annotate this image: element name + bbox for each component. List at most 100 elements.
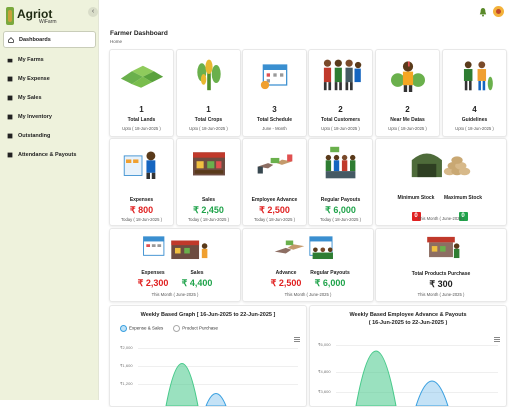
sidebar-item-my-expense[interactable]: My Expense: [3, 71, 96, 86]
weekly-graph-title: Weekly Based Graph [ 16-Jun-2025 to 22-J…: [140, 312, 276, 318]
total-crops-value: 1: [206, 105, 211, 114]
sidebar-item-my-farms[interactable]: My Farms: [3, 52, 96, 67]
legend-expense-sales[interactable]: Expense & Sales: [120, 325, 163, 332]
sales-illustration: [192, 152, 225, 176]
total-customers-value: 2: [338, 105, 343, 114]
customers-illustration: [323, 59, 361, 91]
min-stock-label: Minimum Stock: [397, 195, 435, 201]
total-schedule-value: 3: [272, 105, 277, 114]
sidebar-item-attendance-payouts[interactable]: Attendance & Payouts: [3, 147, 96, 162]
total-lands-value: 1: [139, 105, 144, 114]
sidebar-item-outstanding[interactable]: Outstanding: [3, 128, 96, 143]
expense-icon: [7, 76, 13, 82]
total-lands-sub: Upto ( 18-Jun-2025 ): [122, 126, 161, 131]
total-crops-sub: Upto ( 18-Jun-2025 ): [189, 126, 228, 131]
regular-payouts-today-label: Regular Payouts: [320, 197, 361, 203]
total-customers-label: Total Customers: [320, 117, 361, 123]
monthly-advance-label: Advance: [275, 270, 297, 276]
notification-bell-icon[interactable]: [479, 7, 487, 17]
products-purchase-sub: This Month ( June-2025 ): [417, 292, 465, 297]
lands-illustration: [120, 65, 163, 88]
regular-payouts-today-card[interactable]: Regular Payouts ₹ 6,000 Today ( 18-Jun-2…: [308, 138, 373, 226]
schedule-illustration: [260, 64, 287, 90]
sales-today-card[interactable]: Sales ₹ 2,450 Today ( 18-Jun-2025 ): [176, 138, 241, 226]
near-me-sub: Upto ( 18-Jun-2025 ): [388, 126, 427, 131]
expenses-today-label: Expenses: [129, 197, 154, 203]
guidelines-label: Guidelines: [461, 117, 488, 123]
monthly-expenses-value: ₹ 2,300: [137, 278, 169, 288]
products-purchase-value: ₹ 300: [429, 279, 453, 289]
employee-advance-today-value: ₹ 2,500: [259, 205, 290, 215]
total-customers-card[interactable]: 2 Total Customers Upto ( 18-Jun-2025 ): [308, 49, 373, 137]
expenses-today-value: ₹ 800: [129, 205, 154, 215]
employee-graph-card: Weekly Based Employee Advance & Payouts …: [309, 305, 507, 407]
monthly-sales-illustration: [143, 236, 208, 260]
monthly-sales-sub: This Month ( June-2025 ): [151, 292, 199, 297]
home-icon: [8, 36, 14, 43]
near-me-illustration: [390, 61, 425, 92]
outstanding-icon: [7, 133, 13, 139]
products-purchase-label: Total Products Purchase: [411, 271, 471, 277]
total-customers-sub: Upto ( 18-Jun-2025 ): [321, 126, 360, 131]
products-purchase-card[interactable]: Total Products Purchase ₹ 300 This Month…: [375, 228, 507, 302]
sales-icon: [7, 95, 13, 101]
near-me-datas-card[interactable]: 2 Near Me Datas Upto ( 18-Jun-2025 ): [375, 49, 440, 137]
sales-today-label: Sales: [201, 197, 216, 203]
sidebar-item-label: My Inventory: [18, 113, 52, 120]
warehouse-illustration: [411, 153, 471, 178]
monthly-advance-sub: This Month ( June-2025 ): [284, 292, 332, 297]
monthly-sales-card[interactable]: Expenses ₹ 2,300 Sales ₹ 4,400 This Mont…: [109, 228, 241, 302]
guidelines-value: 4: [472, 105, 477, 114]
sidebar-item-my-sales[interactable]: My Sales: [3, 90, 96, 105]
monthly-sales-value: ₹ 4,400: [181, 278, 213, 288]
monthly-advance-card[interactable]: Advance ₹ 2,500 Regular Payouts ₹ 6,000 …: [242, 228, 374, 302]
max-stock-label: Maximum Stock: [443, 195, 483, 201]
employee-graph-plot: [355, 350, 449, 406]
attendance-icon: [7, 152, 13, 158]
sidebar-item-my-inventory[interactable]: My Inventory: [3, 109, 96, 124]
employee-advance-today-sub: Today ( 18-Jun-2025 ): [254, 217, 295, 222]
collapse-sidebar-button[interactable]: ‹: [88, 7, 98, 17]
stock-card[interactable]: Minimum Stock 0 Maximum Stock 0 This Mon…: [375, 138, 507, 226]
brand-name: Agriot: [17, 6, 53, 21]
advance-illustration: [257, 154, 292, 174]
weekly-graph-legend: Expense & Sales Product Purchase: [120, 325, 218, 332]
regular-payouts-today-sub: Today ( 18-Jun-2025 ): [320, 217, 361, 222]
employee-advance-today-card[interactable]: Employee Advance ₹ 2,500 Today ( 18-Jun-…: [242, 138, 307, 226]
sidebar-nav: Dashboards My Farms My Expense My Sales …: [3, 31, 96, 166]
total-schedule-sub: June - Month: [262, 126, 287, 131]
sidebar-item-dashboards[interactable]: Dashboards: [3, 31, 96, 48]
total-crops-label: Total Crops: [194, 117, 223, 123]
monthly-advance-value: ₹ 2,500: [270, 278, 302, 288]
sidebar-item-label: My Farms: [18, 56, 44, 63]
monthly-payouts-value: ₹ 6,000: [314, 278, 346, 288]
sidebar-item-label: Dashboards: [19, 36, 51, 43]
legend-product-purchase[interactable]: Product Purchase: [173, 325, 218, 332]
purchase-illustration: [427, 236, 460, 259]
total-lands-label: Total Lands: [127, 117, 156, 123]
inventory-icon: [7, 114, 13, 120]
guidelines-card[interactable]: 4 Guidelines Upto ( 18-Jun-2025 ): [442, 49, 507, 137]
total-schedule-label: Total Schedule: [256, 117, 293, 123]
total-lands-card[interactable]: 1 Total Lands Upto ( 18-Jun-2025 ): [109, 49, 174, 137]
y-tick: ₹2,000: [120, 345, 133, 350]
employee-graph-subtitle: ( 16-Jun-2025 to 22-Jun-2025 ): [368, 320, 448, 326]
area-peak-2: [415, 380, 449, 406]
total-schedule-card[interactable]: 3 Total Schedule June - Month: [242, 49, 307, 137]
brand-logo[interactable]: Agriot WiFarm: [6, 5, 57, 27]
brand-sub: WiFarm: [39, 18, 57, 25]
sidebar-item-label: My Expense: [18, 75, 50, 82]
page-title: Farmer Dashboard: [110, 30, 168, 37]
guidelines-sub: Upto ( 18-Jun-2025 ): [455, 126, 494, 131]
y-tick: ₹1,200: [120, 381, 133, 386]
farm-icon: [7, 57, 13, 63]
breadcrumb[interactable]: Home: [110, 39, 122, 44]
expenses-today-card[interactable]: Expenses ₹ 800 Today ( 18-Jun-2025 ): [109, 138, 174, 226]
near-me-label: Near Me Datas: [390, 117, 425, 123]
expenses-today-sub: Today ( 18-Jun-2025 ): [121, 217, 162, 222]
area-peak-1: [355, 350, 397, 406]
weekly-graph-plot: [165, 363, 227, 406]
total-crops-card[interactable]: 1 Total Crops Upto ( 18-Jun-2025 ): [176, 49, 241, 137]
payouts-illustration: [325, 146, 355, 179]
user-avatar[interactable]: [493, 6, 504, 17]
